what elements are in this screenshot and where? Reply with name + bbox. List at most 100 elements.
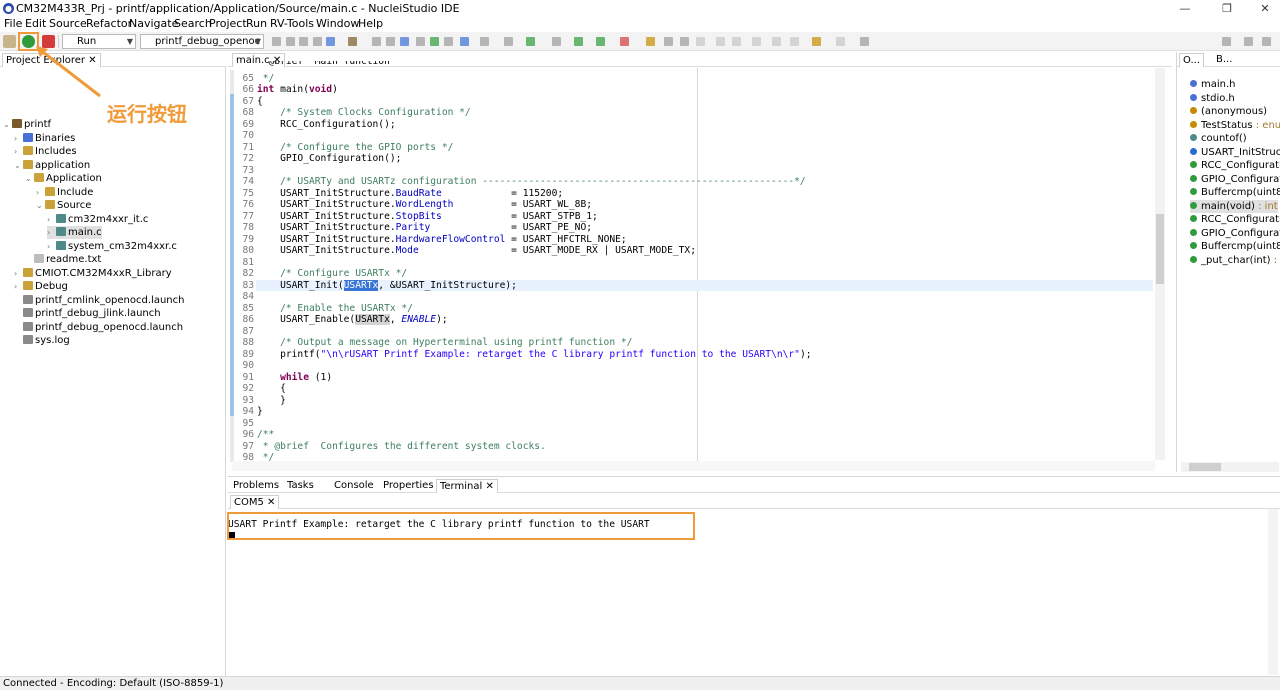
tools-icon[interactable] (348, 37, 357, 46)
tree-item[interactable]: › Include (36, 186, 93, 199)
terminal-scrollbar[interactable] (1268, 509, 1278, 675)
toolbar-icon[interactable] (860, 37, 869, 46)
chevron-down-icon[interactable]: ⌄ (14, 159, 23, 172)
editor-vertical-scrollbar[interactable] (1155, 68, 1165, 460)
tree-item[interactable]: ⌄ Application (25, 172, 102, 185)
outline-item[interactable]: stdio.h (1190, 92, 1235, 105)
outline-item[interactable]: Buffercmp(uint8_ (1190, 186, 1280, 199)
outline-item[interactable]: TestStatus : enum (1190, 119, 1280, 132)
tree-item[interactable]: readme.txt (25, 253, 101, 266)
chevron-down-icon[interactable]: ⌄ (3, 118, 12, 131)
outline-item[interactable]: RCC_Configuratio (1190, 159, 1280, 172)
tab-problems[interactable]: Problems (230, 479, 282, 493)
menu-window[interactable]: Window (316, 17, 359, 31)
tree-item[interactable]: › system_cm32m4xxr.c (47, 240, 177, 253)
toolbar-icon[interactable] (696, 37, 705, 46)
toolbar-icon[interactable] (552, 37, 561, 46)
menu-run[interactable]: Run (246, 17, 267, 31)
toolbar-icon[interactable] (372, 37, 381, 46)
outline-scrollbar[interactable] (1181, 462, 1279, 472)
code-line[interactable]: USART_InitStructure.HardwareFlowControl … (257, 234, 627, 246)
toolbar-icon[interactable] (664, 37, 673, 46)
save-icon[interactable] (286, 37, 295, 46)
code-line[interactable]: @brief Main function (257, 61, 390, 67)
toolbar-icon[interactable] (620, 37, 629, 46)
toolbar-icon[interactable] (480, 37, 489, 46)
tab-tasks[interactable]: Tasks (284, 479, 317, 493)
toolbar-icon[interactable] (574, 37, 583, 46)
outline-item[interactable]: main.h (1190, 78, 1236, 91)
tree-item[interactable]: › Includes (14, 145, 77, 158)
menu-rv-tools[interactable]: RV-Tools (270, 17, 314, 31)
toolbar-icon[interactable] (386, 37, 395, 46)
code-line[interactable]: RCC_Configuration(); (257, 119, 396, 131)
toolbar-icon[interactable] (772, 37, 781, 46)
toolbar-icon[interactable] (716, 37, 725, 46)
search-icon[interactable] (1222, 37, 1231, 46)
toolbar-icon[interactable] (416, 37, 425, 46)
tree-item[interactable]: › cm32m4xxr_it.c (47, 213, 148, 226)
new-icon[interactable] (272, 37, 281, 46)
chevron-down-icon[interactable]: ⌄ (25, 172, 34, 185)
tree-item[interactable]: printf_cmlink_openocd.launch (14, 294, 184, 307)
minimize-button[interactable]: — (1172, 1, 1198, 16)
outline-item[interactable]: main(void) : int (1190, 199, 1278, 213)
code-line[interactable]: /* Configure USARTx */ (257, 268, 407, 280)
tree-item[interactable]: ⌄ Source (36, 199, 91, 212)
tab-com5[interactable]: COM5 ✕ (230, 495, 280, 509)
launch-config-select[interactable]: printf_debug_openoc ▼ (140, 34, 264, 49)
outline-item[interactable]: _put_char(int) : int (1190, 254, 1280, 267)
tree-item[interactable]: › Debug (14, 280, 68, 293)
code-line[interactable]: USART_Init(USARTx, &USART_InitStructure)… (257, 279, 517, 292)
code-line[interactable]: /* Configure the GPIO ports */ (257, 142, 453, 154)
menu-search[interactable]: Search (174, 17, 212, 31)
outline-item[interactable]: Buffercmp(uint8_t (1190, 240, 1280, 253)
chevron-right-icon[interactable]: › (36, 186, 45, 199)
chevron-down-icon[interactable]: ⌄ (36, 199, 45, 212)
toolbar-icon[interactable] (526, 37, 535, 46)
menu-help[interactable]: Help (358, 17, 383, 31)
code-line[interactable]: USART_InitStructure.BaudRate = 115200; (257, 188, 563, 200)
toolbar-icon[interactable] (400, 37, 409, 46)
code-line[interactable]: while (1) (257, 372, 332, 384)
toolbar-icon[interactable] (752, 37, 761, 46)
code-line[interactable]: } (257, 406, 263, 418)
code-line[interactable]: { (257, 383, 286, 395)
code-line[interactable]: /* Output a message on Hyperterminal usi… (257, 337, 632, 349)
tree-item[interactable]: › main.c (47, 226, 102, 239)
code-line[interactable]: * @brief Configures the different system… (257, 441, 546, 453)
back-icon[interactable] (790, 37, 799, 46)
tab-properties[interactable]: Properties (380, 479, 437, 493)
toolbar-icon[interactable] (596, 37, 605, 46)
code-line[interactable]: USART_InitStructure.WordLength = USART_W… (257, 199, 592, 211)
toolbar-icon[interactable] (460, 37, 469, 46)
debug-icon[interactable] (326, 37, 335, 46)
outline-item[interactable]: countof() (1190, 132, 1247, 145)
menu-edit[interactable]: Edit (25, 17, 46, 31)
menu-file[interactable]: File (4, 17, 22, 31)
toolbar-icon[interactable] (732, 37, 741, 46)
code-line[interactable]: /* System Clocks Configuration */ (257, 107, 471, 119)
menu-refactor[interactable]: Refactor (86, 17, 132, 31)
tree-item[interactable]: › Binaries (14, 132, 75, 145)
toolbar-icon[interactable] (680, 37, 689, 46)
code-line[interactable]: int main(void) (257, 84, 338, 96)
code-line[interactable]: USART_InitStructure.Mode = USART_MODE_RX… (257, 245, 696, 257)
perspective-icon[interactable] (1262, 37, 1271, 46)
scrollbar-thumb[interactable] (1189, 463, 1221, 471)
menu-project[interactable]: Project (209, 17, 247, 31)
outline-item[interactable]: RCC_Configuratio (1190, 213, 1280, 226)
code-line[interactable]: { (257, 96, 263, 108)
editor-horizontal-scrollbar[interactable] (232, 461, 1155, 471)
toolbar-icon[interactable] (646, 37, 655, 46)
tab-terminal[interactable]: Terminal ✕ (436, 479, 498, 493)
restore-button[interactable]: ❐ (1214, 1, 1240, 16)
code-line[interactable]: /* USARTy and USARTz configuration -----… (257, 176, 806, 188)
code-line[interactable]: USART_InitStructure.StopBits = USART_STP… (257, 211, 598, 223)
tree-item[interactable]: printf_debug_openocd.launch (14, 321, 183, 334)
chevron-right-icon[interactable]: › (47, 240, 56, 253)
code-line[interactable]: GPIO_Configuration(); (257, 153, 401, 165)
chevron-right-icon[interactable]: › (14, 145, 23, 158)
scrollbar-thumb[interactable] (1156, 214, 1164, 284)
outline-item[interactable]: (anonymous) (1190, 105, 1267, 118)
